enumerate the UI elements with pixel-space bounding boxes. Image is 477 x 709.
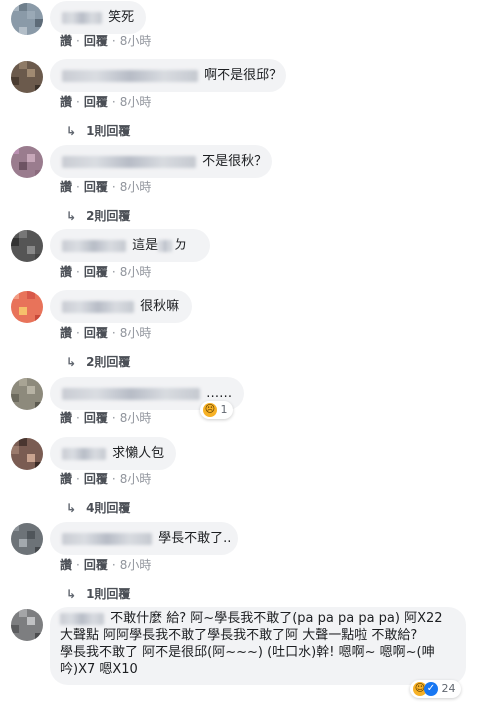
timestamp[interactable]: 8小時 (120, 95, 152, 109)
comment-actions: 讚 · 回覆 · 8小時 (60, 411, 152, 425)
comment-actions: 讚 · 回覆 · 8小時 (60, 95, 152, 109)
reply-arrow-icon: ↳ (66, 355, 77, 369)
like-button[interactable]: 讚 (60, 326, 72, 340)
comment-bubble: 不是很秋？ (50, 145, 272, 178)
comment-bubble: 求懶人包 (50, 437, 176, 470)
avatar[interactable] (11, 438, 43, 470)
comment-bubble: 學長不敢了.. (50, 522, 238, 555)
comment-bubble: 不敢什麼 給? 阿~學長我不敢了(pa pa pa pa pa) 阿X22 大聲… (50, 607, 466, 685)
redacted-name (62, 11, 102, 24)
comment-actions: 讚 · 回覆 · 8小時 (60, 34, 152, 48)
comment-text-line: 大聲點 阿阿學長我不敢了學長我不敢了阿 大聲一點啦 不敢給? (60, 628, 418, 643)
comment-text: 不是很秋？ (202, 154, 268, 169)
comment-text: 求懶人包 (112, 446, 165, 461)
redacted-name (62, 532, 152, 545)
redacted-name (62, 387, 200, 400)
reply-button[interactable]: 回覆 (84, 265, 108, 279)
reply-button[interactable]: 回覆 (84, 558, 108, 572)
reaction-count[interactable]: ☹ 1 (200, 401, 233, 419)
redacted-name (62, 155, 196, 168)
like-button[interactable]: 讚 (60, 265, 72, 279)
redacted-name (62, 239, 126, 252)
reply-button[interactable]: 回覆 (84, 95, 108, 109)
like-button[interactable]: 讚 (60, 180, 72, 194)
timestamp[interactable]: 8小時 (120, 34, 152, 48)
comment-actions: 讚 · 回覆 · 8小時 (60, 326, 152, 340)
avatar[interactable] (11, 291, 43, 323)
reply-arrow-icon: ↳ (66, 124, 77, 138)
timestamp[interactable]: 8小時 (120, 326, 152, 340)
comment-actions: 讚 · 回覆 · 8小時 (60, 558, 152, 572)
comment-text-line: 吟)X7 嗯X10 (60, 662, 138, 677)
sad-face-icon: ☹ (203, 403, 217, 417)
comment-text: 啊不是很邱？ (204, 68, 283, 83)
comment-text: …… (206, 386, 233, 401)
avatar[interactable] (11, 230, 43, 262)
like-button[interactable]: 讚 (60, 34, 72, 48)
reaction-count[interactable]: ☺ ✓ 24 (410, 680, 461, 698)
avatar[interactable] (11, 378, 43, 410)
comment-bubble: 笑死 (50, 1, 146, 34)
redacted-name (62, 69, 198, 82)
timestamp[interactable]: 8小時 (120, 180, 152, 194)
reply-arrow-icon: ↳ (66, 501, 77, 515)
comment-actions: 讚 · 回覆 · 8小時 (60, 472, 152, 486)
comment-text: 很秋嘛 (140, 299, 180, 314)
comment-text: 這是 (132, 238, 159, 253)
view-replies-link[interactable]: ↳ 1則回覆 (66, 122, 130, 139)
like-thumb-icon: ✓ (424, 682, 438, 696)
redacted-name (60, 612, 104, 625)
reply-button[interactable]: 回覆 (84, 180, 108, 194)
like-button[interactable]: 讚 (60, 95, 72, 109)
reply-button[interactable]: 回覆 (84, 472, 108, 486)
view-replies-link[interactable]: ↳ 1則回覆 (66, 585, 130, 602)
avatar[interactable] (11, 3, 43, 35)
comment-bubble: 很秋嘛 (50, 290, 192, 323)
like-button[interactable]: 讚 (60, 558, 72, 572)
timestamp[interactable]: 8小時 (120, 558, 152, 572)
comment-actions: 讚 · 回覆 · 8小時 (60, 180, 152, 194)
timestamp[interactable]: 8小時 (120, 411, 152, 425)
like-button[interactable]: 讚 (60, 472, 72, 486)
comment-text: ㄉ (174, 238, 188, 253)
avatar[interactable] (11, 61, 43, 93)
comment-bubble: 這是ㄉ (50, 229, 210, 262)
reply-arrow-icon: ↳ (66, 587, 77, 601)
reply-button[interactable]: 回覆 (84, 326, 108, 340)
timestamp[interactable]: 8小時 (120, 472, 152, 486)
comment-text: 學長不敢了.. (158, 531, 232, 546)
redacted-name (62, 300, 134, 313)
reply-button[interactable]: 回覆 (84, 411, 108, 425)
avatar[interactable] (11, 146, 43, 178)
view-replies-link[interactable]: ↳ 2則回覆 (66, 353, 130, 370)
comment-text: 笑死 (108, 10, 135, 25)
timestamp[interactable]: 8小時 (120, 265, 152, 279)
redacted-name (62, 447, 106, 460)
view-replies-link[interactable]: ↳ 2則回覆 (66, 207, 130, 224)
reply-arrow-icon: ↳ (66, 209, 77, 223)
comment-text-line: 不敢什麼 給? 阿~學長我不敢了(pa pa pa pa pa) 阿X22 (110, 611, 443, 626)
comment-bubble: 啊不是很邱？ (50, 59, 286, 92)
redacted-text (158, 239, 173, 252)
like-button[interactable]: 讚 (60, 411, 72, 425)
view-replies-link[interactable]: ↳ 4則回覆 (66, 499, 130, 516)
comment-actions: 讚 · 回覆 · 8小時 (60, 265, 152, 279)
avatar[interactable] (11, 609, 43, 641)
reply-button[interactable]: 回覆 (84, 34, 108, 48)
avatar[interactable] (11, 523, 43, 555)
comment-text-line: 學長我不敢了 阿不是很邱(阿~~~) (吐口水)幹! 嗯啊~ 嗯啊~(呻 (60, 645, 435, 660)
